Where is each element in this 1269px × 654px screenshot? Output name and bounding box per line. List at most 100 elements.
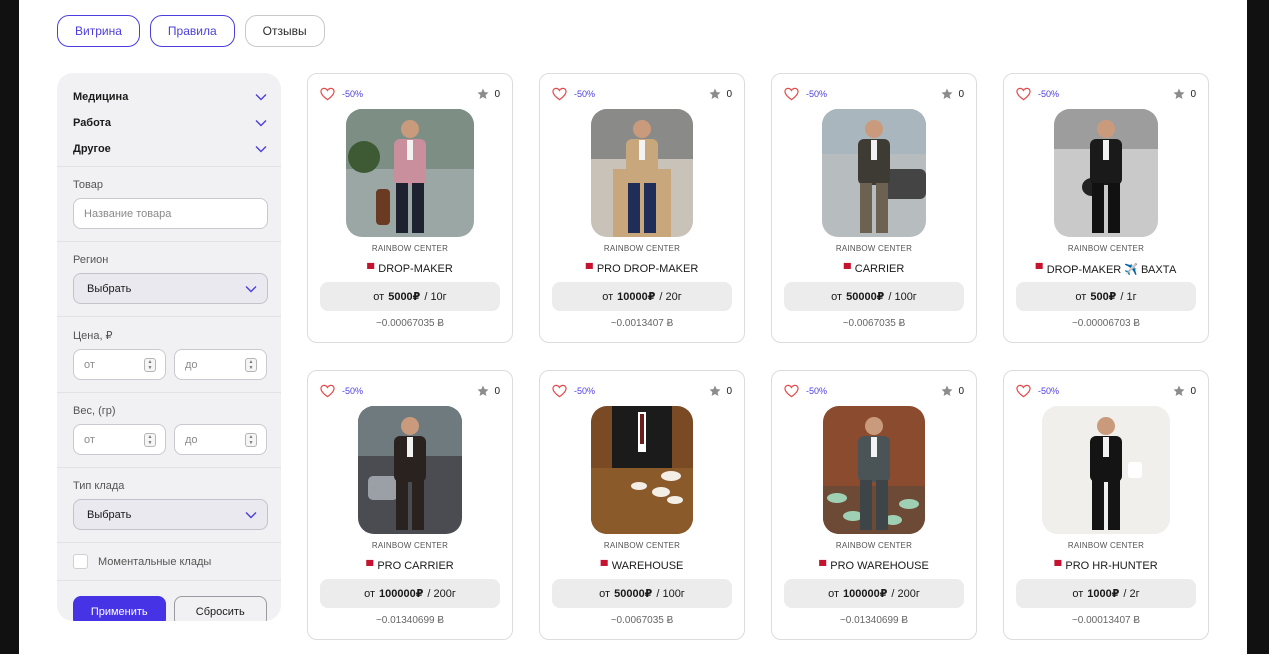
category-work[interactable]: Работа — [57, 110, 281, 136]
product-photo[interactable] — [591, 406, 693, 534]
product-photo[interactable] — [1042, 406, 1170, 534]
discount-label: -50% — [1038, 89, 1060, 99]
crypto-price: ~0.00013407 Ƀ — [1071, 615, 1141, 626]
category-other[interactable]: Другое — [57, 136, 281, 162]
product-name[interactable]: ▀ PRO HR-HUNTER — [1004, 560, 1208, 572]
product-card[interactable]: -50% 0 RAINBOW CENTER ▀ DROP-MAKER от 50… — [307, 73, 513, 343]
star-icon — [709, 88, 721, 99]
price-box: от 100000₽ / 200г — [320, 579, 500, 608]
price-from-placeholder: от — [84, 358, 95, 371]
tab-showcase[interactable]: Витрина — [57, 15, 140, 47]
product-card[interactable]: -50% 0 RAINBOW CENTER ▀ PRO DROP-MAKER о… — [539, 73, 745, 343]
shop-name: RAINBOW CENTER — [603, 541, 681, 550]
crypto-price: ~0.0013407 Ƀ — [610, 318, 674, 329]
weight-from-input[interactable]: от ▲ ▼ — [73, 424, 166, 455]
rating: 0 — [1173, 88, 1196, 100]
product-name[interactable]: ▀ DROP-MAKER ✈️ ВАХТА — [1004, 263, 1208, 276]
tab-rules[interactable]: Правила — [149, 15, 235, 47]
filter-actions: Применить Сбросить — [57, 581, 281, 621]
region-filter: Регион Выбрать — [57, 242, 281, 317]
product-photo[interactable] — [358, 406, 462, 534]
heart-icon[interactable] — [1016, 87, 1031, 101]
product-title: PRO HR-HUNTER — [1065, 560, 1158, 572]
crypto-price: ~0.00067035 Ƀ — [375, 318, 445, 329]
photo-image — [358, 406, 462, 534]
discount-label: -50% — [574, 89, 596, 99]
product-name[interactable]: ▀ PRO DROP-MAKER — [540, 263, 744, 275]
shop-name: RAINBOW CENTER — [835, 244, 913, 253]
price-box: от 10000₽ / 20г — [552, 282, 732, 311]
rating: 0 — [941, 88, 964, 100]
product-photo[interactable] — [591, 109, 693, 237]
product-name[interactable]: ▀ CARRIER — [772, 263, 976, 275]
photo-image — [823, 406, 925, 534]
price-value: 100000₽ — [843, 588, 888, 600]
product-title: PRO DROP-MAKER — [596, 263, 699, 275]
discount-label: -50% — [806, 386, 828, 396]
heart-icon[interactable] — [552, 384, 567, 398]
heart-icon[interactable] — [320, 384, 335, 398]
product-title: WAREHOUSE — [611, 560, 684, 572]
price-from-input[interactable]: от ▲ ▼ — [73, 349, 166, 380]
shop-name: RAINBOW CENTER — [603, 244, 681, 253]
shop-name: RAINBOW CENTER — [835, 541, 913, 550]
product-name[interactable]: ▀ DROP-MAKER — [308, 263, 512, 275]
price-unit: / 1г — [1120, 290, 1137, 303]
spinner-icon[interactable]: ▲ ▼ — [144, 357, 156, 372]
product-photo[interactable] — [822, 109, 926, 237]
rating-count: 0 — [1190, 385, 1196, 397]
rating: 0 — [709, 88, 732, 100]
price-unit: / 2г — [1123, 587, 1140, 600]
product-card[interactable]: -50% 0 RAINBOW CENTER ▀ PRO CARRIER от 1… — [307, 370, 513, 640]
product-card[interactable]: -50% 0 RAINBOW CENTER ▀ DROP-MAKER ✈️ ВА… — [1003, 73, 1209, 343]
price-value: 1000₽ — [1087, 588, 1120, 600]
product-photo[interactable] — [346, 109, 474, 237]
price-filter-label: Цена, ₽ — [73, 330, 113, 342]
price-box: от 1000₽ / 2г — [1016, 579, 1196, 608]
product-name[interactable]: ▀ WAREHOUSE — [540, 560, 744, 572]
spinner-icon[interactable]: ▲ ▼ — [245, 432, 257, 447]
product-card[interactable]: -50% 0 RAINBOW CENTER ▀ PRO WAREHOUSE от… — [771, 370, 977, 640]
weight-to-input[interactable]: до ▲ ▼ — [174, 424, 267, 455]
instant-stash-option[interactable]: Моментальные клады — [57, 543, 281, 581]
instant-stash-checkbox[interactable] — [73, 554, 88, 569]
heart-icon[interactable] — [1016, 384, 1031, 398]
apply-button[interactable]: Применить — [73, 596, 166, 621]
photo-image — [346, 109, 474, 237]
product-card[interactable]: -50% 0 RAINBOW CENTER ▀ CARRIER от 50000… — [771, 73, 977, 343]
rating: 0 — [477, 88, 500, 100]
product-card[interactable]: -50% 0 RAINBOW CENTER ▀ PRO HR-HUNTER от… — [1003, 370, 1209, 640]
heart-icon[interactable] — [552, 87, 567, 101]
product-card[interactable]: -50% 0 RAINBOW CENTER ▀ WAREHOUSE от 500… — [539, 370, 745, 640]
product-photo[interactable] — [1054, 109, 1158, 237]
photo-image — [591, 109, 693, 237]
price-to-input[interactable]: до ▲ ▼ — [174, 349, 267, 380]
price-prefix: от — [828, 587, 840, 600]
weight-to-placeholder: до — [185, 433, 198, 446]
reset-button[interactable]: Сбросить — [173, 596, 267, 621]
heart-icon[interactable] — [784, 87, 799, 101]
stash-type-select[interactable]: Выбрать — [73, 499, 268, 530]
heart-icon[interactable] — [784, 384, 799, 398]
product-photo[interactable] — [823, 406, 925, 534]
heart-icon[interactable] — [320, 87, 335, 101]
product-name[interactable]: ▀ PRO CARRIER — [308, 560, 512, 572]
tab-reviews[interactable]: Отзывы — [244, 15, 325, 47]
bag-icon: ▀ — [819, 560, 827, 572]
price-prefix: от — [364, 587, 376, 600]
discount-label: -50% — [574, 386, 596, 396]
chevron-down-icon — [255, 120, 267, 127]
region-select[interactable]: Выбрать — [73, 273, 268, 304]
spinner-icon[interactable]: ▲ ▼ — [144, 432, 156, 447]
product-name[interactable]: ▀ PRO WAREHOUSE — [772, 560, 976, 572]
rating: 0 — [477, 385, 500, 397]
bag-icon: ▀ — [843, 263, 851, 275]
rating-count: 0 — [726, 385, 732, 397]
spinner-icon[interactable]: ▲ ▼ — [245, 357, 257, 372]
product-name-input[interactable]: Название товара — [73, 198, 268, 229]
page: Витрина Правила Отзывы Медицина Работа Д… — [19, 0, 1247, 654]
category-medicine[interactable]: Медицина — [57, 84, 281, 110]
bag-icon: ▀ — [585, 263, 593, 275]
price-prefix: от — [1072, 587, 1084, 600]
star-icon — [941, 385, 953, 396]
